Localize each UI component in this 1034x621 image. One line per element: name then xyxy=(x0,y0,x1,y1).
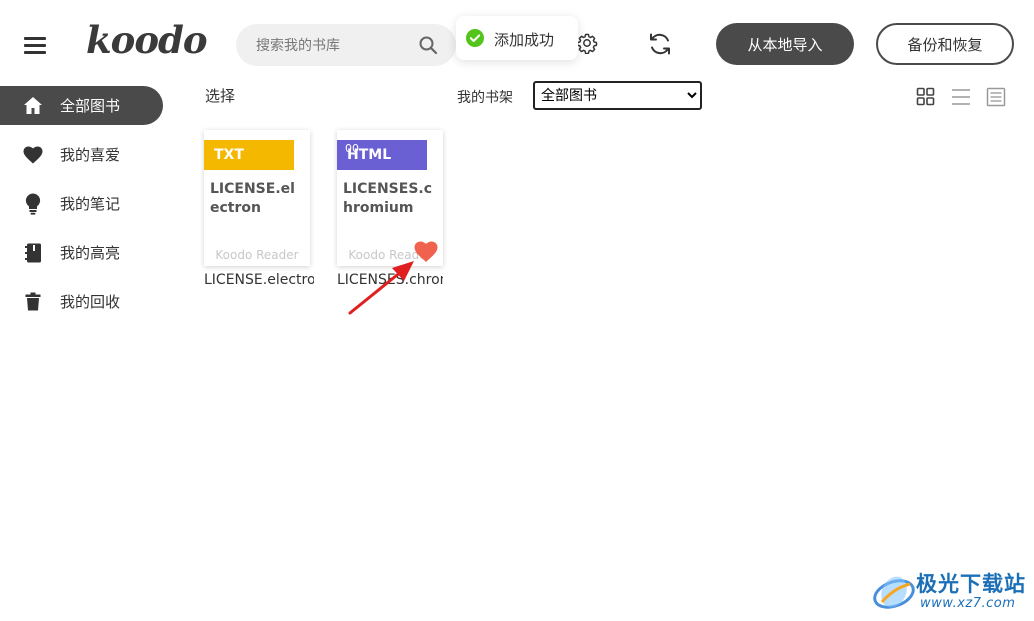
book-cover-title: LICENSE.electron xyxy=(210,181,295,216)
sidebar-item-all-books[interactable]: 全部图书 xyxy=(0,86,163,125)
sidebar-item-favorites[interactable]: 我的喜爱 xyxy=(0,135,163,174)
book-card[interactable]: TXT LICENSE.electron Koodo Reader xyxy=(204,130,310,266)
book-name[interactable]: LICENSE.electron xyxy=(204,272,314,288)
lightbulb-icon xyxy=(22,192,44,215)
notebook-icon xyxy=(22,242,44,264)
book-cover-title: LICENSES.chromium xyxy=(343,181,433,216)
heart-icon xyxy=(22,144,44,166)
select-button[interactable]: 选择 xyxy=(205,85,235,106)
sidebar-item-label: 我的喜爱 xyxy=(60,146,121,164)
toast-message: 添加成功 xyxy=(494,31,555,49)
watermark-logo-icon xyxy=(873,576,915,609)
book-format-badge: TXT xyxy=(204,140,294,170)
list-view-icon[interactable] xyxy=(951,87,971,107)
sidebar-item-label: 我的高亮 xyxy=(60,244,121,262)
menu-icon[interactable] xyxy=(24,35,46,55)
backup-restore-button[interactable]: 备份和恢复 xyxy=(876,23,1014,65)
sidebar-item-notes[interactable]: 我的笔记 xyxy=(0,184,163,223)
sidebar-item-highlights[interactable]: 我的高亮 xyxy=(0,233,163,272)
success-toast: 添加成功 xyxy=(456,16,578,60)
annotation-arrow xyxy=(348,261,414,315)
trash-icon xyxy=(22,291,44,313)
home-icon xyxy=(22,95,44,117)
watermark: 极光下载站 www.xz7.com xyxy=(872,568,1032,616)
search-bar xyxy=(236,24,456,66)
search-icon[interactable] xyxy=(418,35,438,55)
sidebar-item-label: 全部图书 xyxy=(60,97,121,115)
watermark-url: www.xz7.com xyxy=(920,596,1016,611)
sync-icon[interactable] xyxy=(647,31,673,57)
watermark-name: 极光下载站 xyxy=(916,572,1026,596)
grid-view-icon[interactable] xyxy=(916,87,936,107)
reading-percent: 00 xyxy=(345,142,359,155)
sidebar-item-label: 我的回收 xyxy=(60,293,121,311)
cover-list-view-icon[interactable] xyxy=(986,87,1006,107)
check-circle-icon xyxy=(466,29,484,47)
import-local-button[interactable]: 从本地导入 xyxy=(716,23,854,65)
shelf-select[interactable]: 全部图书 xyxy=(533,81,702,110)
shelf-label: 我的书架 xyxy=(457,90,513,106)
sidebar-item-label: 我的笔记 xyxy=(60,195,121,213)
book-publisher: Koodo Reader xyxy=(215,248,299,262)
app-logo: koodo xyxy=(86,18,208,62)
sidebar-item-recycle[interactable]: 我的回收 xyxy=(0,282,163,321)
search-input[interactable] xyxy=(254,35,418,57)
settings-gear-icon[interactable] xyxy=(576,32,598,54)
